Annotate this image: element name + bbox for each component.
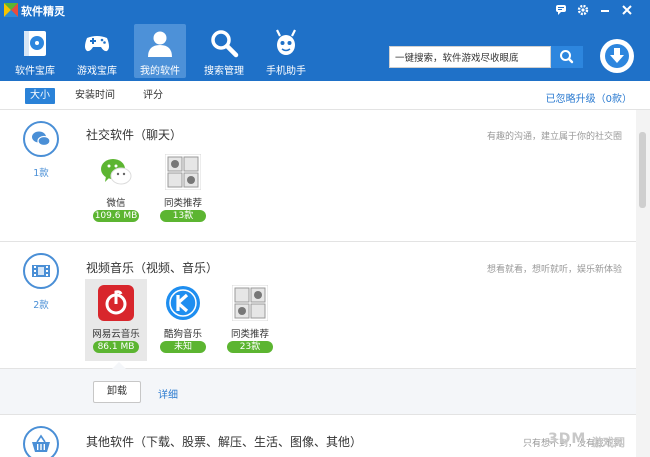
basket-icon <box>23 426 59 457</box>
category-desc: 想看就看，想听就听，娱乐新体验 <box>486 265 622 275</box>
app-size-badge: 86.1 MB <box>93 341 139 353</box>
magnifier-icon <box>211 30 239 58</box>
sort-tab-install-time[interactable]: 安装时间 <box>75 88 115 104</box>
robot-icon <box>276 29 296 55</box>
chat-bubbles-icon <box>23 121 59 157</box>
app-title: 软件精灵 <box>21 5 65 18</box>
software-list: 1款 社交软件（聊天） 有趣的沟通，建立属于你的社交圈 微信 109.6 MB <box>0 110 636 457</box>
app-item-similar[interactable]: 同类推荐 23款 <box>219 279 281 361</box>
download-manager-button[interactable] <box>600 39 634 73</box>
app-name: 网易云音乐 <box>92 329 140 340</box>
sort-toolbar: 大小 安装时间 评分 已忽略升级（0款） <box>0 81 650 110</box>
nav-game-store[interactable]: 游戏宝库 <box>71 24 123 78</box>
nav-phone-assistant[interactable]: 手机助手 <box>260 24 312 78</box>
app-detail-bar: 卸载 详细 <box>0 362 636 415</box>
close-icon[interactable] <box>618 2 636 18</box>
kugou-icon <box>166 286 200 320</box>
minimize-icon[interactable] <box>596 2 614 18</box>
app-size-badge: 未知 <box>160 341 206 353</box>
disc-box-icon <box>24 31 46 56</box>
category-other: 其他软件（下载、股票、解压、生活、图像、其他） 只有想不到，没有找不到 <box>0 415 636 457</box>
app-name: 同类推荐 <box>163 198 202 209</box>
category-social: 1款 社交软件（聊天） 有趣的沟通，建立属于你的社交圈 微信 109.6 MB <box>0 110 636 242</box>
similar-grid-icon <box>232 285 268 321</box>
app-item-wechat[interactable]: 微信 109.6 MB <box>85 148 147 230</box>
header: 软件精灵 软件宝库 游戏宝库 我的软件 搜索管理 手机助手 一键搜索，软件游戏尽… <box>0 0 650 81</box>
film-icon <box>23 253 59 289</box>
nav-label: 手机助手 <box>266 66 306 77</box>
gear-icon[interactable] <box>574 2 592 18</box>
details-link[interactable]: 详细 <box>158 386 178 401</box>
scrollbar-thumb[interactable] <box>639 132 646 208</box>
nav-search-manage[interactable]: 搜索管理 <box>198 24 250 78</box>
category-count: 1款 <box>33 168 49 179</box>
uninstall-button[interactable]: 卸载 <box>93 381 141 403</box>
wechat-icon <box>98 154 134 190</box>
sort-tab-size[interactable]: 大小 <box>25 88 55 104</box>
app-item-similar[interactable]: 同类推荐 13款 <box>152 148 214 230</box>
category-title: 社交软件（聊天） <box>86 128 183 142</box>
app-name: 酷狗音乐 <box>163 329 202 340</box>
search-button[interactable] <box>551 46 583 68</box>
vertical-scrollbar[interactable] <box>636 110 650 457</box>
watermark-suffix: 游戏网 <box>592 436 625 449</box>
search-icon <box>560 50 574 64</box>
category-video-music: 2款 视频音乐（视频、音乐） 想看就看，想听就听，娱乐新体验 网易云音乐 86.… <box>0 242 636 369</box>
search-input[interactable] <box>390 47 550 67</box>
user-icon <box>148 31 172 57</box>
watermark: 3DM <box>548 431 587 447</box>
nav-label: 软件宝库 <box>15 66 55 77</box>
app-count-badge: 13款 <box>160 210 206 222</box>
detail-pointer <box>112 362 126 369</box>
category-count: 2款 <box>33 300 49 311</box>
gamepad-icon <box>85 36 109 52</box>
search-box <box>389 46 551 68</box>
category-title: 其他软件（下载、股票、解压、生活、图像、其他） <box>86 435 363 449</box>
category-desc: 有趣的沟通，建立属于你的社交圈 <box>486 132 622 142</box>
app-item-kugou[interactable]: 酷狗音乐 未知 <box>152 279 214 361</box>
nav-label: 游戏宝库 <box>77 66 117 77</box>
nav-software-store[interactable]: 软件宝库 <box>9 24 61 78</box>
ignored-upgrades-link[interactable]: 已忽略升级（0款） <box>546 90 632 105</box>
chat-icon[interactable] <box>552 2 570 18</box>
app-count-badge: 23款 <box>227 341 273 353</box>
app-logo-icon <box>4 3 18 17</box>
download-icon <box>605 44 629 68</box>
app-size-badge: 109.6 MB <box>93 210 139 222</box>
app-item-netease-music[interactable]: 网易云音乐 86.1 MB <box>85 279 147 361</box>
nav-my-software[interactable]: 我的软件 <box>134 24 186 78</box>
app-name: 同类推荐 <box>230 329 269 340</box>
category-title: 视频音乐（视频、音乐） <box>86 261 219 275</box>
netease-music-icon <box>98 285 134 321</box>
nav-label: 我的软件 <box>140 66 180 77</box>
title-bar: 软件精灵 <box>0 0 650 20</box>
similar-grid-icon <box>165 154 201 190</box>
nav-label: 搜索管理 <box>204 66 244 77</box>
sort-tab-rating[interactable]: 评分 <box>143 88 163 104</box>
app-name: 微信 <box>106 198 126 209</box>
